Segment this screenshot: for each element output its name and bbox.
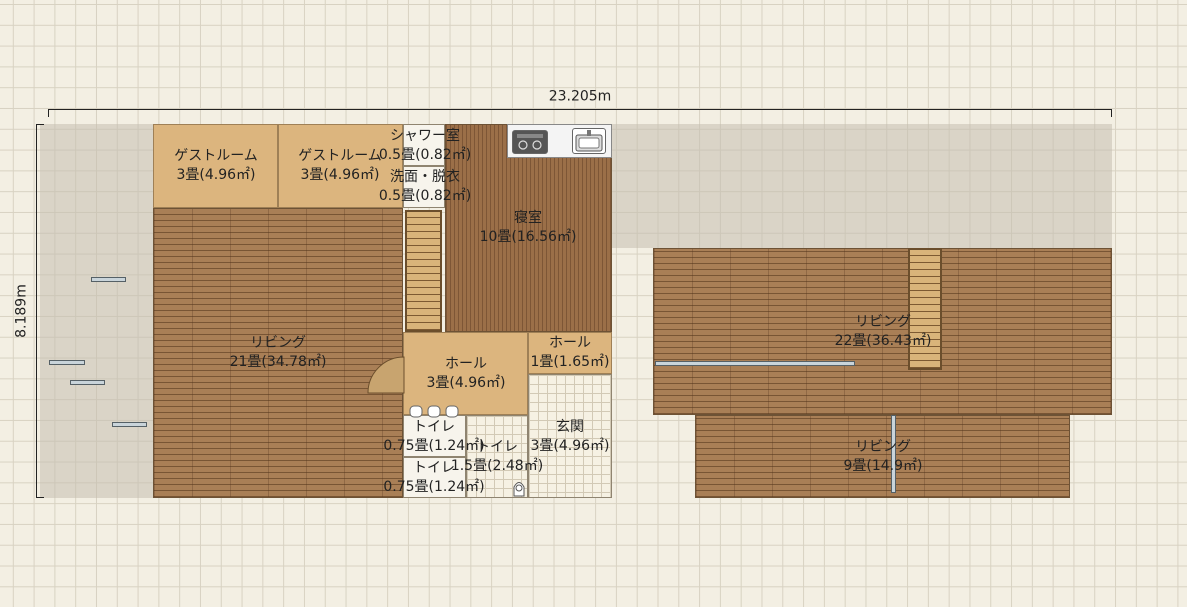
room-label-toilet-3: トイレ 1.5畳(2.48㎡) <box>450 439 544 474</box>
exterior-bar-1[interactable] <box>91 277 126 282</box>
toilet-fixture-row <box>408 403 468 418</box>
room-label-guest-2: ゲストルーム 3畳(4.96㎡) <box>298 148 382 183</box>
width-dimension-label: 23.205m <box>548 88 612 105</box>
height-dimension-tick-bottom <box>36 497 44 498</box>
height-dimension-label: 8.189m <box>13 284 30 338</box>
staircase-right[interactable] <box>908 248 942 370</box>
room-label-washroom: 洗面・脱衣 0.5畳(0.82㎡) <box>378 169 472 204</box>
room-label-bedroom: 寝室 10畳(16.56㎡) <box>479 210 577 245</box>
room-label-shower: シャワー室 0.5畳(0.82㎡) <box>378 128 472 163</box>
height-dimension-tick-top <box>36 124 44 125</box>
room-label-hall-small: ホール 1畳(1.65㎡) <box>530 335 610 370</box>
room-label-guest-1: ゲストルーム 3畳(4.96㎡) <box>174 148 258 183</box>
exterior-bar-4[interactable] <box>112 422 147 427</box>
right-divider-bar[interactable] <box>655 361 855 366</box>
room-label-living-lower-right: リビング 9畳(14.9㎡) <box>843 439 923 474</box>
room-label-living-main: リビング 21畳(34.78㎡) <box>229 335 327 370</box>
center-exterior-area <box>612 124 1112 248</box>
staircase-left[interactable] <box>405 210 442 332</box>
room-label-living-upper-right: リビング 22畳(36.43㎡) <box>834 314 932 349</box>
width-dimension-tick-left <box>48 109 49 117</box>
width-dimension-tick-right <box>1111 109 1112 117</box>
cooktop-icon[interactable] <box>512 130 548 154</box>
height-dimension-line <box>36 124 37 498</box>
width-dimension-line <box>48 109 1112 110</box>
left-exterior-area <box>40 124 153 498</box>
exterior-bar-3[interactable] <box>70 380 105 385</box>
room-label-hall: ホール 3畳(4.96㎡) <box>426 356 506 391</box>
sink-icon[interactable] <box>572 128 606 154</box>
door-swing-icon[interactable] <box>366 355 406 395</box>
exterior-bar-2[interactable] <box>49 360 85 365</box>
toilet-icon[interactable] <box>511 477 527 497</box>
